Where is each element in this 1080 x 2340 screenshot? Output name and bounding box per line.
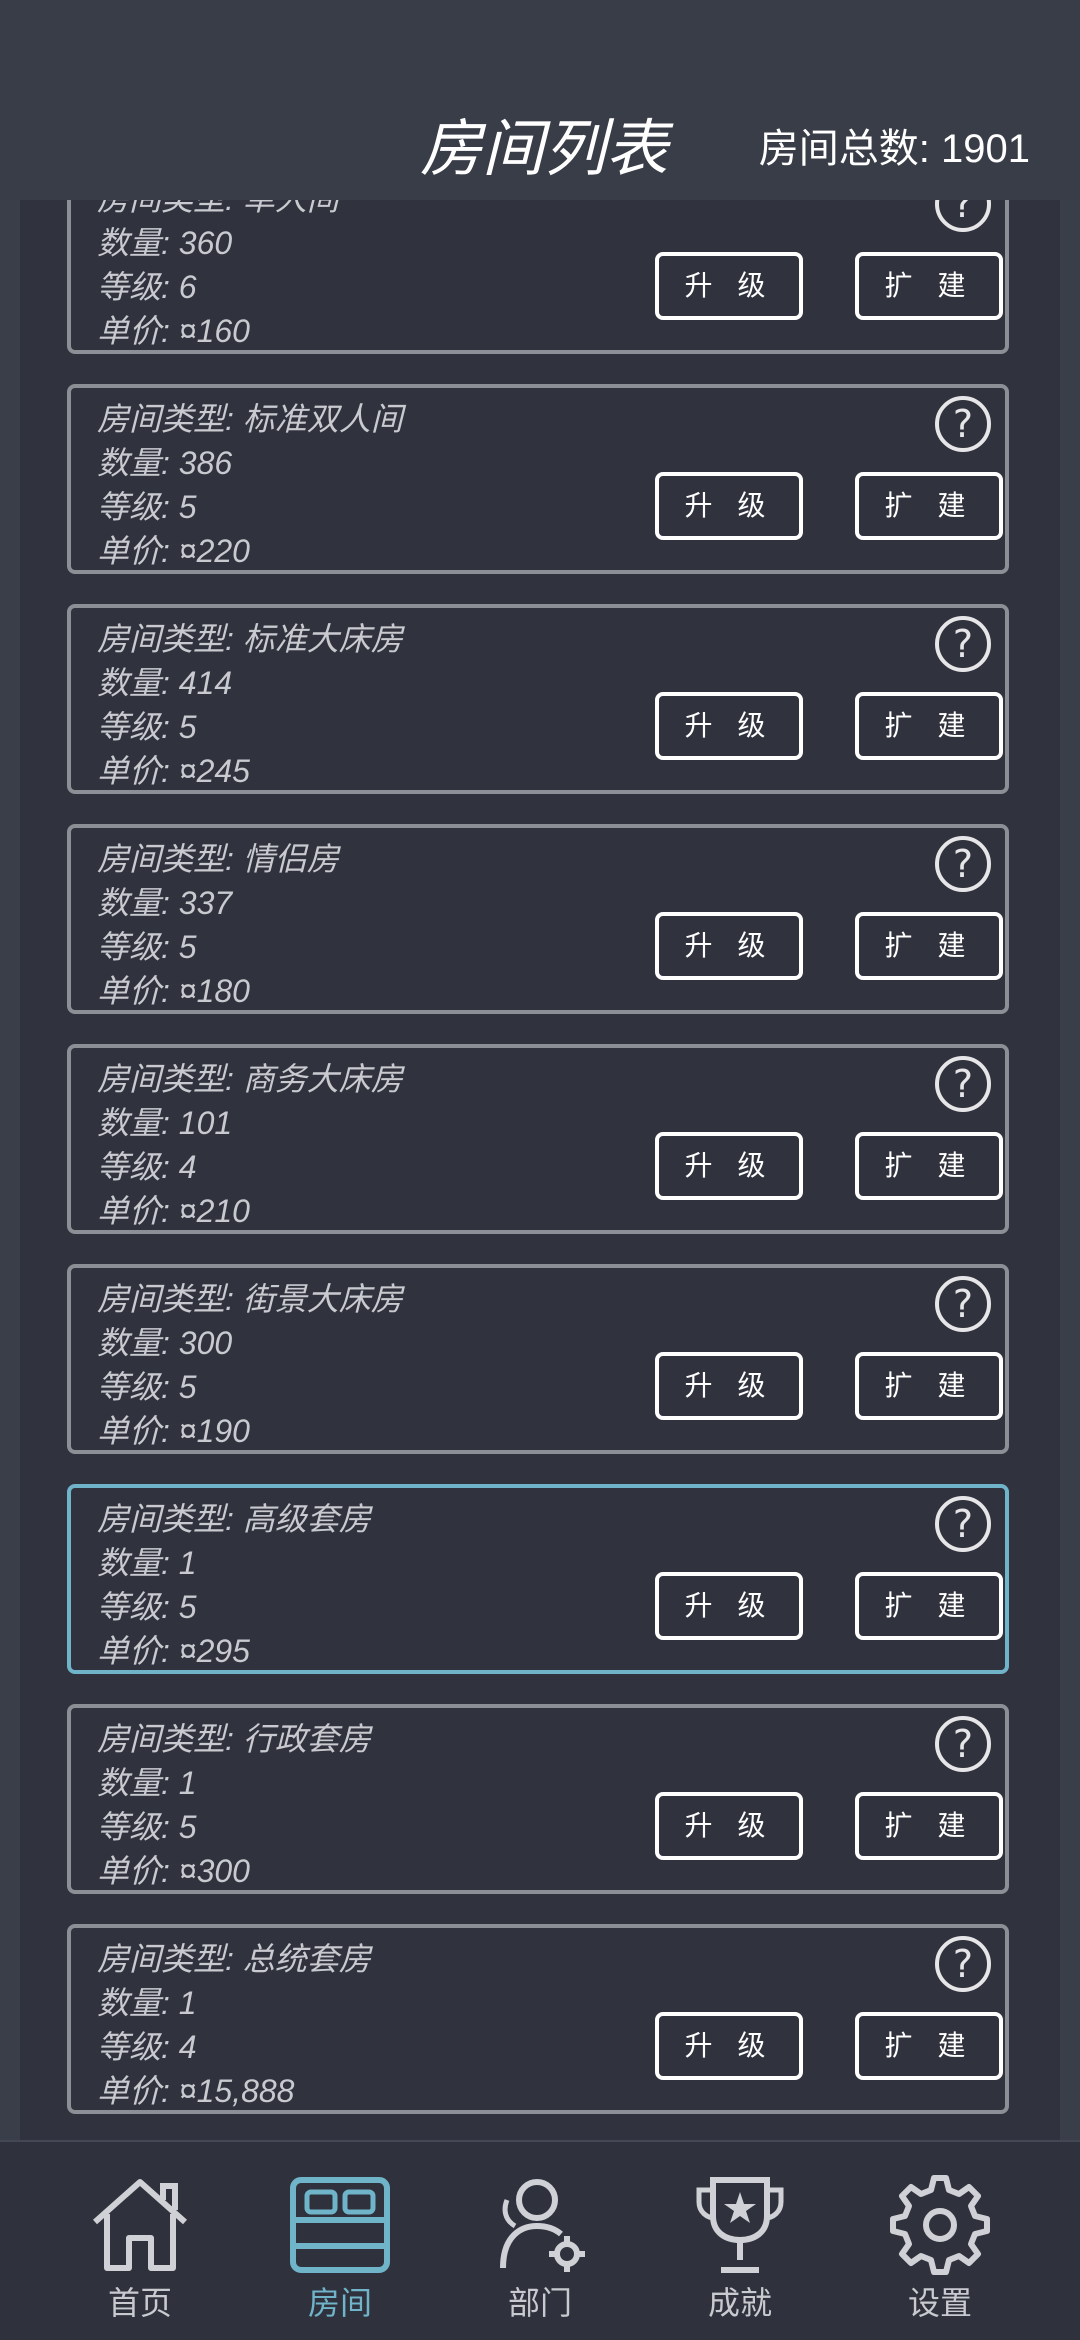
room-count: 数量: 414 xyxy=(97,665,233,701)
help-icon[interactable]: ? xyxy=(935,1936,991,1992)
help-icon[interactable]: ? xyxy=(935,836,991,892)
expand-button[interactable]: 扩 建 xyxy=(855,1792,1003,1860)
staff-gear-icon xyxy=(500,2179,585,2272)
expand-button[interactable]: 扩 建 xyxy=(855,912,1003,980)
room-level: 等级: 5 xyxy=(97,1369,197,1405)
gear-icon xyxy=(890,2175,990,2275)
room-count: 数量: 1 xyxy=(97,1545,197,1581)
bottom-nav: 首页 房间 部门 成就 设置 xyxy=(0,2140,1080,2340)
upgrade-button[interactable]: 升 级 xyxy=(655,1792,803,1860)
room-count: 数量: 1 xyxy=(97,1765,197,1801)
expand-button[interactable]: 扩 建 xyxy=(855,692,1003,760)
home-icon xyxy=(93,2179,187,2271)
nav-item-achievements[interactable]: 成就 xyxy=(640,2142,840,2340)
room-card: 房间类型: 情侣房 数量: 337 等级: 5 单价: ¤180 ? 升 级 扩… xyxy=(67,824,1009,1014)
nav-item-settings[interactable]: 设置 xyxy=(840,2142,1040,2340)
expand-button[interactable]: 扩 建 xyxy=(855,472,1003,540)
room-type: 房间类型: 街景大床房 xyxy=(97,1281,403,1317)
nav-label-rooms: 房间 xyxy=(307,2284,372,2322)
room-count: 数量: 300 xyxy=(97,1325,233,1361)
expand-button[interactable]: 扩 建 xyxy=(855,1352,1003,1420)
room-price: 单价: ¤15,888 xyxy=(97,2073,295,2109)
room-count: 数量: 337 xyxy=(97,885,233,921)
help-icon[interactable]: ? xyxy=(935,200,991,232)
room-price: 单价: ¤160 xyxy=(97,313,250,349)
room-count: 数量: 360 xyxy=(97,225,233,261)
help-icon[interactable]: ? xyxy=(935,1276,991,1332)
nav-label-departments: 部门 xyxy=(507,2284,572,2322)
expand-button[interactable]: 扩 建 xyxy=(855,1132,1003,1200)
room-level: 等级: 5 xyxy=(97,1589,197,1625)
upgrade-button[interactable]: 升 级 xyxy=(655,912,803,980)
room-card: 房间类型: 街景大床房 数量: 300 等级: 5 单价: ¤190 ? 升 级… xyxy=(67,1264,1009,1454)
room-type: 房间类型: 总统套房 xyxy=(97,1941,371,1977)
room-level: 等级: 4 xyxy=(97,1149,197,1185)
room-card: 房间类型: 行政套房 数量: 1 等级: 5 单价: ¤300 ? 升 级 扩 … xyxy=(67,1704,1009,1894)
room-level: 等级: 6 xyxy=(97,269,197,305)
room-price: 单价: ¤190 xyxy=(97,1413,250,1449)
room-list[interactable]: 房间类型: 单人间 数量: 360 等级: 6 单价: ¤160 ? 升 级 扩… xyxy=(20,200,1060,2140)
expand-button[interactable]: 扩 建 xyxy=(855,1572,1003,1640)
room-price: 单价: ¤295 xyxy=(97,1633,250,1669)
room-type: 房间类型: 标准大床房 xyxy=(97,621,403,657)
room-type: 房间类型: 单人间 xyxy=(97,200,339,220)
upgrade-button[interactable]: 升 级 xyxy=(655,2012,803,2080)
room-card: 房间类型: 单人间 数量: 360 等级: 6 单价: ¤160 ? 升 级 扩… xyxy=(67,200,1009,354)
bed-icon xyxy=(290,2177,390,2273)
room-card: 房间类型: 标准大床房 数量: 414 等级: 5 单价: ¤245 ? 升 级… xyxy=(67,604,1009,794)
room-price: 单价: ¤210 xyxy=(97,1193,250,1229)
room-level: 等级: 5 xyxy=(97,1809,197,1845)
help-icon[interactable]: ? xyxy=(935,616,991,672)
room-count: 数量: 386 xyxy=(97,445,233,481)
nav-item-rooms[interactable]: 房间 xyxy=(240,2142,440,2340)
trophy-icon xyxy=(696,2177,784,2273)
room-level: 等级: 4 xyxy=(97,2029,197,2065)
help-icon[interactable]: ? xyxy=(935,1056,991,1112)
nav-label-achievements: 成就 xyxy=(707,2284,772,2322)
room-price: 单价: ¤180 xyxy=(97,973,250,1009)
upgrade-button[interactable]: 升 级 xyxy=(655,472,803,540)
help-icon[interactable]: ? xyxy=(935,396,991,452)
upgrade-button[interactable]: 升 级 xyxy=(655,1352,803,1420)
upgrade-button[interactable]: 升 级 xyxy=(655,692,803,760)
upgrade-button[interactable]: 升 级 xyxy=(655,252,803,320)
room-price: 单价: ¤300 xyxy=(97,1853,250,1889)
room-card: 房间类型: 标准双人间 数量: 386 等级: 5 单价: ¤220 ? 升 级… xyxy=(67,384,1009,574)
header-bar: 房间列表 房间总数: 1901 xyxy=(0,0,1080,200)
room-count: 数量: 101 xyxy=(97,1105,233,1141)
nav-label-settings: 设置 xyxy=(907,2284,972,2322)
upgrade-button[interactable]: 升 级 xyxy=(655,1132,803,1200)
room-price: 单价: ¤245 xyxy=(97,753,250,789)
nav-label-home: 首页 xyxy=(107,2284,172,2322)
room-level: 等级: 5 xyxy=(97,929,197,965)
room-level: 等级: 5 xyxy=(97,709,197,745)
expand-button[interactable]: 扩 建 xyxy=(855,2012,1003,2080)
page-title: 房间列表 xyxy=(420,112,669,185)
app-screen: 房间列表 房间总数: 1901 房间类型: 单人间 数量: 360 等级: 6 … xyxy=(0,0,1080,2340)
upgrade-button[interactable]: 升 级 xyxy=(655,1572,803,1640)
nav-item-home[interactable]: 首页 xyxy=(40,2142,240,2340)
room-card-selected: 房间类型: 高级套房 数量: 1 等级: 5 单价: ¤295 ? 升 级 扩 … xyxy=(67,1484,1009,1674)
room-level: 等级: 5 xyxy=(97,489,197,525)
room-type: 房间类型: 高级套房 xyxy=(97,1501,371,1537)
help-icon[interactable]: ? xyxy=(935,1496,991,1552)
room-type: 房间类型: 情侣房 xyxy=(97,841,339,877)
expand-button[interactable]: 扩 建 xyxy=(855,252,1003,320)
nav-item-departments[interactable]: 部门 xyxy=(440,2142,640,2340)
room-count: 数量: 1 xyxy=(97,1985,197,2021)
help-icon[interactable]: ? xyxy=(935,1716,991,1772)
room-type: 房间类型: 标准双人间 xyxy=(97,401,403,437)
room-card: 房间类型: 总统套房 数量: 1 等级: 4 单价: ¤15,888 ? 升 级… xyxy=(67,1924,1009,2114)
room-total-count: 房间总数: 1901 xyxy=(758,127,1030,171)
room-type: 房间类型: 商务大床房 xyxy=(97,1061,403,1097)
room-price: 单价: ¤220 xyxy=(97,533,250,569)
room-type: 房间类型: 行政套房 xyxy=(97,1721,371,1757)
room-card: 房间类型: 商务大床房 数量: 101 等级: 4 单价: ¤210 ? 升 级… xyxy=(67,1044,1009,1234)
